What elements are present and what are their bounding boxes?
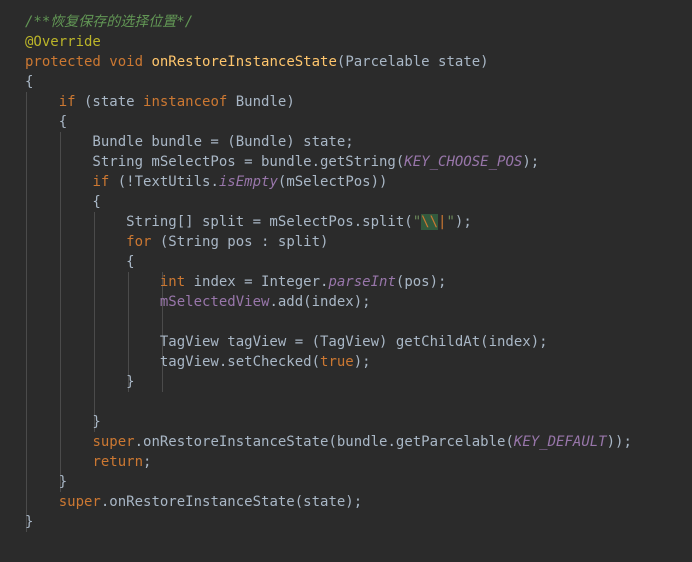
code-line[interactable]: } bbox=[25, 372, 692, 392]
code-line[interactable]: super.onRestoreInstanceState(bundle.getP… bbox=[25, 432, 692, 452]
token-default bbox=[25, 234, 126, 250]
token-string: " bbox=[412, 214, 422, 230]
code-line[interactable]: tagView.setChecked(true); bbox=[25, 352, 692, 372]
token-keyword: int bbox=[159, 274, 186, 290]
token-default: .onRestoreInstanceState(state); bbox=[100, 494, 363, 510]
token-default: } bbox=[25, 474, 68, 490]
token-static: parseInt bbox=[328, 274, 396, 290]
token-default: Bundle) bbox=[227, 94, 295, 110]
token-static: isEmpty bbox=[218, 174, 278, 190]
token-default: Bundle bundle = (Bundle) state; bbox=[25, 134, 354, 150]
token-default: tagView.setChecked( bbox=[25, 354, 321, 370]
token-field: mSelectedView bbox=[159, 294, 270, 310]
code-line[interactable]: protected void onRestoreInstanceState(Pa… bbox=[25, 52, 692, 72]
token-default: TagView tagView = (TagView) getChildAt(i… bbox=[25, 334, 548, 350]
token-keyword: if bbox=[58, 94, 76, 110]
token-keyword: instanceof bbox=[143, 94, 228, 110]
token-default: )); bbox=[606, 434, 632, 450]
token-default bbox=[25, 434, 92, 450]
token-default: (state bbox=[75, 94, 144, 110]
token-default bbox=[25, 294, 160, 310]
token-default: { bbox=[25, 74, 34, 90]
token-default: index = Integer. bbox=[185, 274, 329, 290]
code-editor[interactable]: /**恢复保存的选择位置*/ @Override protected void on… bbox=[0, 0, 692, 562]
token-static: KEY_CHOOSE_POS bbox=[404, 154, 523, 170]
token-default: { bbox=[25, 194, 101, 210]
token-default: ); bbox=[522, 154, 540, 170]
token-default: String mSelectPos = bundle.getString( bbox=[25, 154, 405, 170]
token-default: .onRestoreInstanceState(bundle.getParcel… bbox=[134, 434, 514, 450]
code-line[interactable]: { bbox=[25, 192, 692, 212]
token-default bbox=[25, 494, 59, 510]
code-line[interactable]: return; bbox=[25, 452, 692, 472]
code-line[interactable] bbox=[25, 392, 692, 412]
token-method: onRestoreInstanceState bbox=[151, 54, 337, 70]
token-keyword: protected bbox=[25, 54, 101, 70]
token-default: ; bbox=[143, 454, 152, 470]
code-line[interactable]: @Override bbox=[25, 32, 692, 52]
code-line[interactable]: mSelectedView.add(index); bbox=[25, 292, 692, 312]
token-keyword: if bbox=[92, 174, 110, 190]
code-line[interactable] bbox=[25, 312, 692, 332]
code-line[interactable]: { bbox=[25, 252, 692, 272]
code-line[interactable]: } bbox=[25, 472, 692, 492]
code-line[interactable]: super.onRestoreInstanceState(state); bbox=[25, 492, 692, 512]
token-static: KEY_DEFAULT bbox=[513, 434, 607, 450]
code-line[interactable]: /**恢复保存的选择位置*/ bbox=[25, 12, 692, 32]
token-keyword: super bbox=[92, 434, 135, 450]
token-default: String[] split = mSelectPos.split( bbox=[25, 214, 413, 230]
code-line[interactable]: String[] split = mSelectPos.split("\\|")… bbox=[25, 212, 692, 232]
token-default bbox=[25, 174, 92, 190]
token-default bbox=[25, 454, 92, 470]
code-line[interactable]: int index = Integer.parseInt(pos); bbox=[25, 272, 692, 292]
code-line[interactable]: if (state instanceof Bundle) bbox=[25, 92, 692, 112]
token-default: { bbox=[25, 254, 135, 270]
token-annotation: @Override bbox=[25, 34, 101, 50]
code-line[interactable]: if (!TextUtils.isEmpty(mSelectPos)) bbox=[25, 172, 692, 192]
token-keyword: void bbox=[109, 54, 144, 70]
code-line[interactable]: String mSelectPos = bundle.getString(KEY… bbox=[25, 152, 692, 172]
token-default: (pos); bbox=[395, 274, 447, 290]
token-default: } bbox=[25, 514, 34, 530]
token-escape: \\ bbox=[421, 214, 439, 230]
token-default: ); bbox=[454, 214, 472, 230]
token-default: { bbox=[25, 114, 68, 130]
token-default: } bbox=[25, 414, 101, 430]
token-default: (mSelectPos)) bbox=[277, 174, 388, 190]
token-default bbox=[25, 274, 160, 290]
code-line[interactable]: { bbox=[25, 72, 692, 92]
code-line[interactable]: } bbox=[25, 512, 692, 532]
token-default: .add(index); bbox=[269, 294, 371, 310]
code-line[interactable]: } bbox=[25, 412, 692, 432]
token-default: (!TextUtils. bbox=[109, 174, 219, 190]
code-line[interactable]: Bundle bundle = (Bundle) state; bbox=[25, 132, 692, 152]
token-keyword: for bbox=[126, 234, 152, 250]
code-content[interactable]: /**恢复保存的选择位置*/ @Override protected void on… bbox=[0, 12, 692, 532]
token-default: } bbox=[25, 374, 135, 390]
token-default: ); bbox=[353, 354, 371, 370]
code-line[interactable]: TagView tagView = (TagView) getChildAt(i… bbox=[25, 332, 692, 352]
token-default bbox=[25, 94, 59, 110]
token-default: (String pos : split) bbox=[151, 234, 329, 250]
code-line[interactable]: { bbox=[25, 112, 692, 132]
token-keyword: return bbox=[92, 454, 144, 470]
token-comment: /**恢复保存的选择位置*/ bbox=[25, 14, 194, 30]
token-string: " bbox=[446, 214, 455, 230]
code-line[interactable]: for (String pos : split) bbox=[25, 232, 692, 252]
token-keyword: super bbox=[58, 494, 101, 510]
token-keyword: true bbox=[320, 354, 354, 370]
token-default: (Parcelable state) bbox=[336, 54, 489, 70]
